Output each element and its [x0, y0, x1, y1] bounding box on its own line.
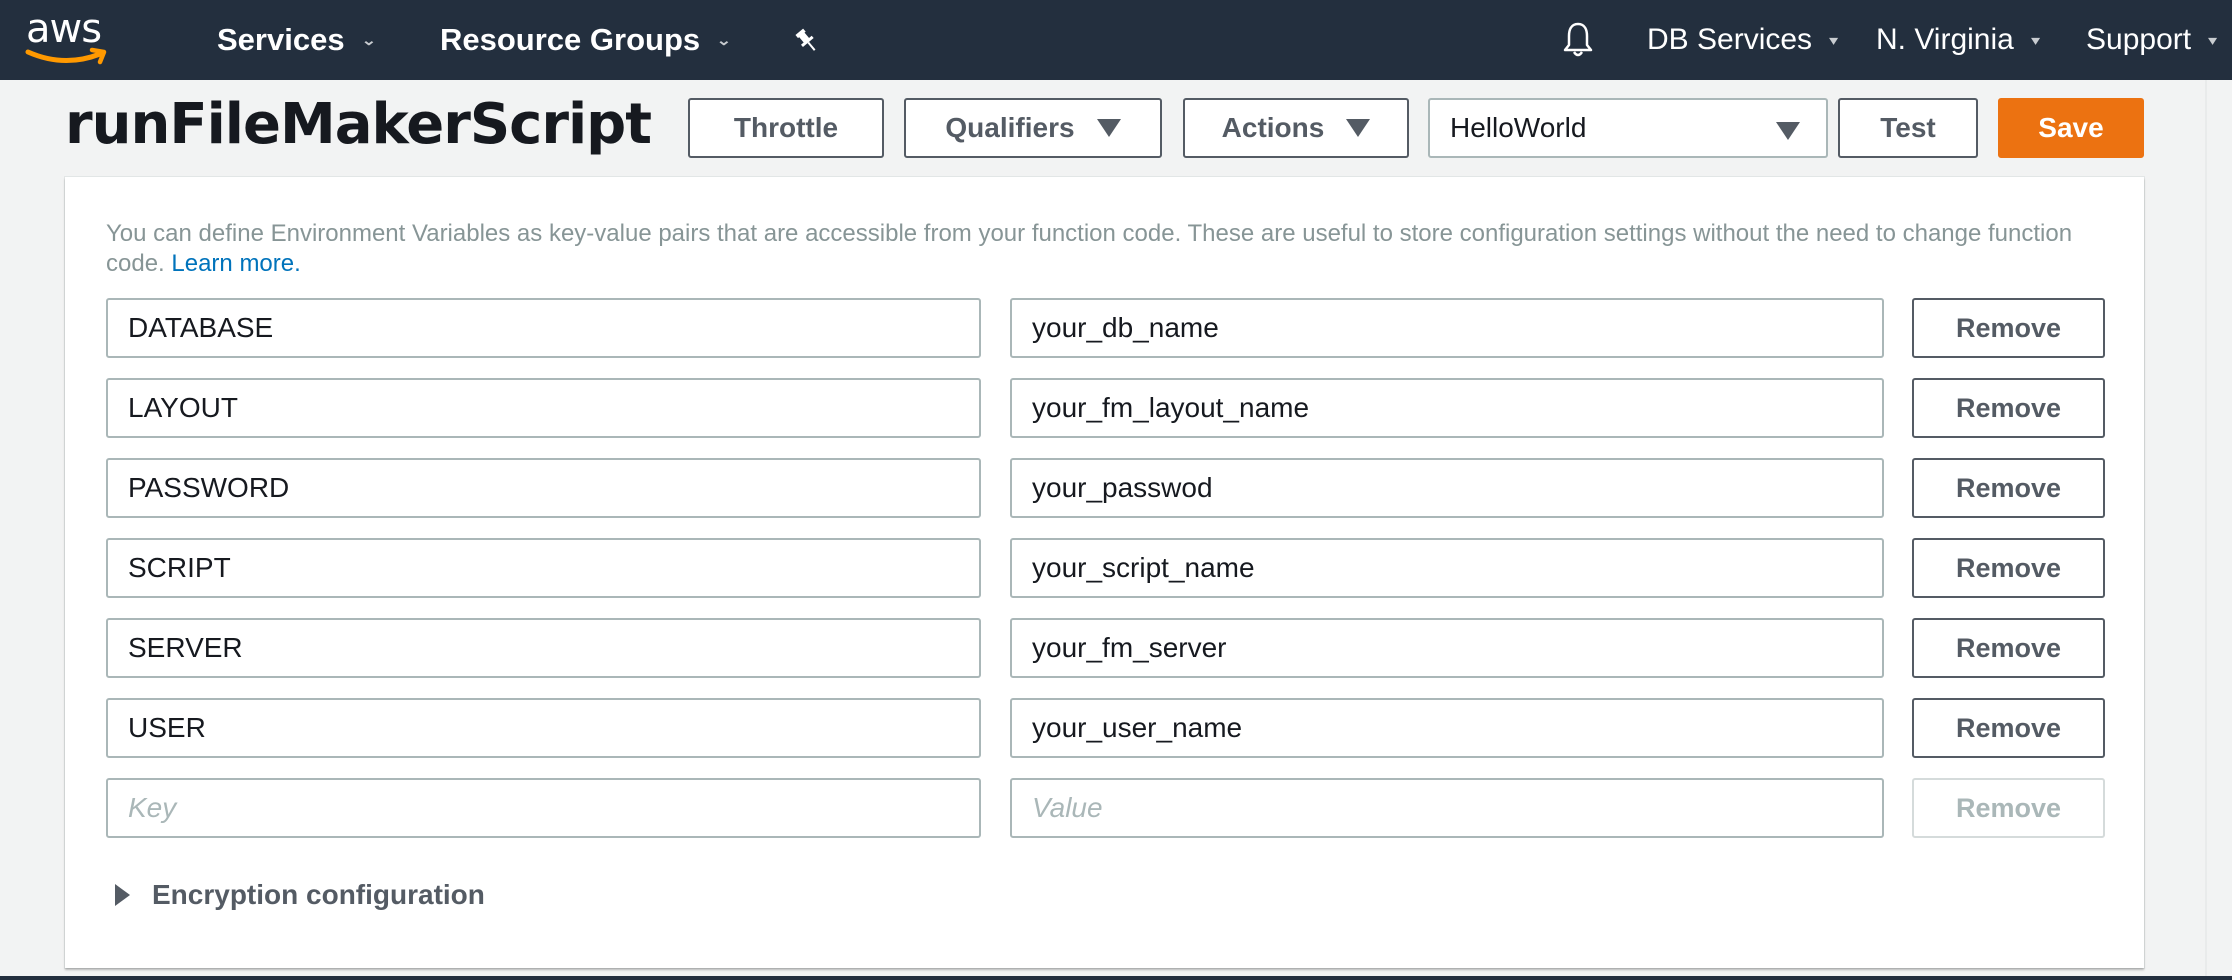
learn-more-link[interactable]: Learn more.	[171, 250, 300, 277]
account-menu[interactable]: DB Services ▾	[1647, 0, 1839, 80]
test-event-value: HelloWorld	[1450, 112, 1587, 143]
caret-down-icon	[1346, 119, 1371, 137]
env-key-input[interactable]: SERVER	[106, 618, 981, 678]
pushpin-icon[interactable]	[790, 24, 824, 58]
remove-button[interactable]: Remove	[1912, 618, 2105, 678]
remove-button[interactable]: Remove	[1912, 538, 2105, 598]
save-label: Save	[2038, 112, 2104, 143]
env-var-row: SERVER your_fm_server Remove	[106, 618, 2106, 678]
top-nav-bar: aws Services ⌄ Resource Groups ⌄ DB Serv…	[0, 0, 2232, 80]
env-var-row: USER your_user_name Remove	[106, 698, 2106, 758]
env-var-row: PASSWORD your_passwod Remove	[106, 458, 2106, 518]
new-env-var-row: Key Value Remove	[106, 778, 2106, 838]
caret-down-icon	[1096, 119, 1121, 137]
remove-button[interactable]: Remove	[1912, 698, 2105, 758]
region-label: N. Virginia	[1876, 23, 2014, 56]
environment-variables-panel: You can define Environment Variables as …	[65, 177, 2144, 968]
env-var-row: DATABASE your_db_name Remove	[106, 298, 2106, 358]
encryption-configuration-label: Encryption configuration	[152, 879, 485, 910]
page-scroll-gutter	[2205, 80, 2207, 976]
actions-label: Actions	[1221, 112, 1325, 143]
env-var-row: SCRIPT your_script_name Remove	[106, 538, 2106, 598]
env-value-input[interactable]: your_fm_server	[1010, 618, 1884, 678]
caret-down-icon: ▾	[2030, 31, 2040, 48]
resource-groups-menu[interactable]: Resource Groups ⌄	[440, 0, 732, 80]
aws-smile-icon	[25, 47, 107, 65]
env-value-input[interactable]: your_passwod	[1010, 458, 1884, 518]
env-key-input[interactable]: SCRIPT	[106, 538, 981, 598]
qualifiers-label: Qualifiers	[945, 112, 1075, 143]
support-menu[interactable]: Support ▾	[2086, 0, 2218, 80]
qualifiers-dropdown[interactable]: Qualifiers	[904, 98, 1162, 158]
env-description-text: You can define Environment Variables as …	[106, 220, 2073, 277]
caret-down-icon	[1776, 122, 1800, 140]
env-key-input[interactable]: USER	[106, 698, 981, 758]
env-value-input[interactable]: your_user_name	[1010, 698, 1884, 758]
region-menu[interactable]: N. Virginia ▾	[1876, 0, 2040, 80]
test-label: Test	[1880, 112, 1936, 143]
env-description: You can define Environment Variables as …	[106, 219, 2106, 279]
remove-button[interactable]: Remove	[1912, 298, 2105, 358]
env-key-input[interactable]: DATABASE	[106, 298, 981, 358]
throttle-button[interactable]: Throttle	[688, 98, 884, 158]
aws-logo[interactable]: aws	[22, 6, 112, 70]
resource-groups-label: Resource Groups	[440, 22, 701, 57]
bottom-bar	[0, 976, 2232, 980]
page-title: runFileMakerScript	[65, 92, 652, 157]
env-value-input[interactable]: your_fm_layout_name	[1010, 378, 1884, 438]
env-key-input[interactable]: LAYOUT	[106, 378, 981, 438]
test-button[interactable]: Test	[1838, 98, 1978, 158]
caret-down-icon: ▾	[1828, 31, 1839, 48]
account-label: DB Services	[1647, 23, 1813, 56]
save-button[interactable]: Save	[1998, 98, 2144, 158]
test-event-select[interactable]: HelloWorld	[1428, 98, 1828, 158]
chevron-down-icon: ⌄	[360, 31, 377, 48]
new-value-input[interactable]: Value	[1010, 778, 1884, 838]
services-label: Services	[217, 22, 345, 57]
encryption-configuration-toggle[interactable]: Encryption configuration	[115, 879, 485, 911]
remove-button[interactable]: Remove	[1912, 378, 2105, 438]
throttle-label: Throttle	[733, 112, 839, 143]
bell-icon[interactable]	[1560, 20, 1596, 60]
remove-button[interactable]: Remove	[1912, 458, 2105, 518]
env-key-input[interactable]: PASSWORD	[106, 458, 981, 518]
services-menu[interactable]: Services ⌄	[217, 0, 377, 80]
caret-down-icon: ▾	[2208, 31, 2218, 48]
env-value-input[interactable]: your_db_name	[1010, 298, 1884, 358]
chevron-down-icon: ⌄	[716, 31, 732, 48]
caret-right-icon	[115, 884, 130, 906]
actions-dropdown[interactable]: Actions	[1183, 98, 1409, 158]
support-label: Support	[2086, 23, 2192, 56]
env-var-row: LAYOUT your_fm_layout_name Remove	[106, 378, 2106, 438]
remove-button-disabled: Remove	[1912, 778, 2105, 838]
env-value-input[interactable]: your_script_name	[1010, 538, 1884, 598]
new-key-input[interactable]: Key	[106, 778, 981, 838]
